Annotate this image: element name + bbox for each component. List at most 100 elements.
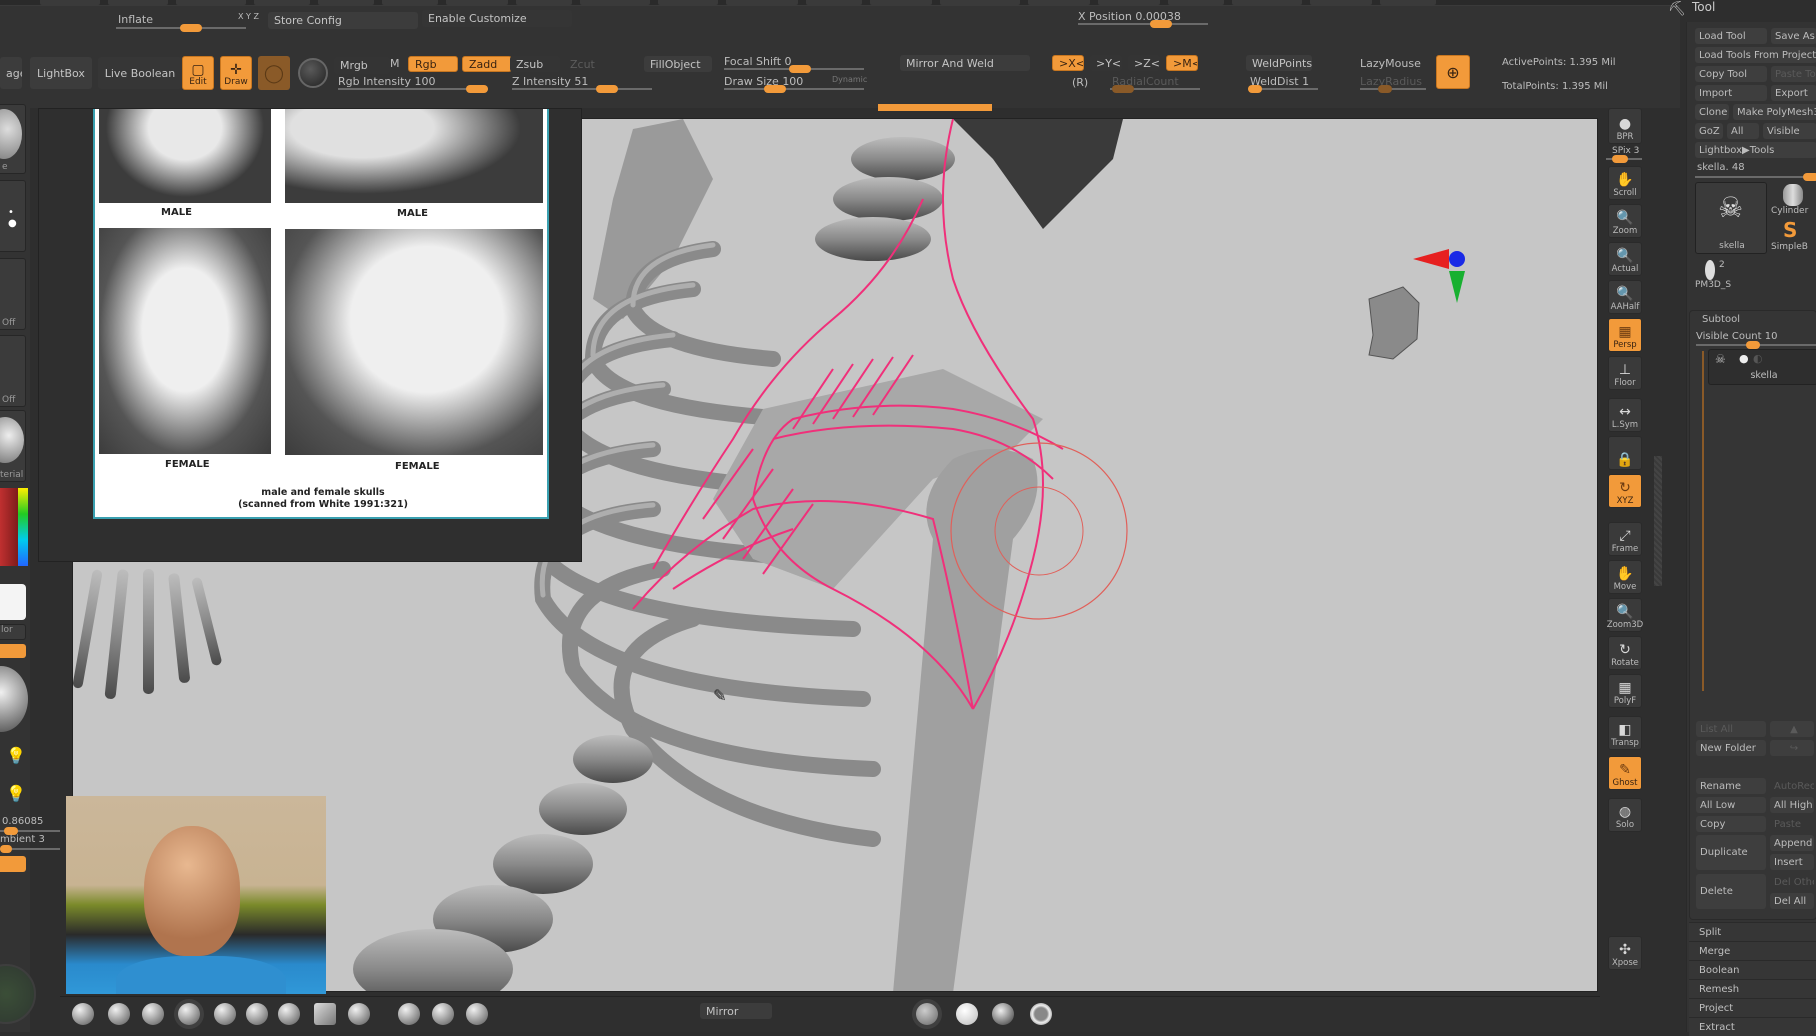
- alpha-thumbnail[interactable]: Off: [0, 258, 26, 330]
- load-tool-button[interactable]: Load Tool: [1695, 28, 1767, 44]
- material-icon[interactable]: [916, 1003, 938, 1025]
- tool-panel-title[interactable]: Tool: [1692, 0, 1715, 14]
- weld-points-button[interactable]: WeldPoints: [1246, 55, 1312, 71]
- material-icon[interactable]: [956, 1003, 978, 1025]
- visible-count-slider[interactable]: [1696, 341, 1816, 349]
- menu-item[interactable]: [1232, 0, 1302, 5]
- light-bulb-icon[interactable]: 💡: [6, 746, 26, 765]
- paste-tool-button[interactable]: Paste Tool: [1771, 66, 1816, 82]
- goz-all-button[interactable]: All: [1727, 123, 1759, 139]
- brush-icon[interactable]: [246, 1003, 268, 1025]
- dynamic-brush-size-button[interactable]: ⊕: [1436, 55, 1470, 89]
- symmetry-y-button[interactable]: >Y<: [1090, 55, 1122, 71]
- view-button-solo[interactable]: ◍ Solo: [1608, 798, 1642, 832]
- view-button-transp[interactable]: ◧ Transp: [1608, 716, 1642, 750]
- brush-icon[interactable]: [142, 1003, 164, 1025]
- subpalette-remesh[interactable]: Remesh: [1689, 979, 1816, 998]
- mirror-button[interactable]: Mirror: [700, 1003, 772, 1019]
- visibility-toggle-icon[interactable]: ●: [1739, 352, 1749, 365]
- view-button-rotate[interactable]: ↻ Rotate: [1608, 636, 1642, 670]
- rename-button[interactable]: Rename: [1696, 778, 1766, 794]
- switch-color-button[interactable]: lor: [0, 624, 26, 640]
- new-folder-button[interactable]: New Folder: [1696, 740, 1766, 756]
- lightbox-tools-button[interactable]: Lightbox▶Tools: [1695, 142, 1816, 158]
- menu-item[interactable]: [658, 0, 718, 5]
- menu-item[interactable]: [870, 0, 932, 5]
- lightbox-button[interactable]: LightBox: [30, 57, 92, 89]
- view-button-actual[interactable]: 🔍 Actual: [1608, 242, 1642, 276]
- x-position-slider[interactable]: [1078, 20, 1208, 28]
- delete-button[interactable]: Delete: [1696, 874, 1766, 909]
- polypaint-toggle-icon[interactable]: ◐: [1753, 352, 1763, 365]
- duplicate-button[interactable]: Duplicate: [1696, 835, 1766, 870]
- rgb-button[interactable]: Rgb: [408, 56, 458, 72]
- menu-item[interactable]: [1028, 0, 1090, 5]
- draw-button[interactable]: ✛ Draw: [220, 56, 252, 90]
- view-button-xyz[interactable]: ↻ XYZ: [1608, 474, 1642, 508]
- symmetry-z-button[interactable]: >Z<: [1128, 55, 1160, 71]
- light-bulb-icon[interactable]: 💡: [6, 784, 26, 803]
- del-other-button[interactable]: Del Other: [1770, 874, 1814, 890]
- subpalette-boolean[interactable]: Boolean: [1689, 960, 1816, 979]
- material-icon[interactable]: [992, 1003, 1014, 1025]
- image-button[interactable]: age: [0, 57, 22, 89]
- radial-r-button[interactable]: (R): [1072, 76, 1088, 89]
- move-up-button[interactable]: ▲: [1770, 721, 1814, 737]
- brush-icon[interactable]: [432, 1003, 454, 1025]
- main-menu-bar[interactable]: [0, 0, 1680, 6]
- view-button-xpose[interactable]: ✣ Xpose: [1608, 936, 1642, 970]
- ambient-slider[interactable]: [0, 845, 60, 853]
- menu-item[interactable]: [940, 0, 1020, 5]
- dynamic-toggle[interactable]: Dynamic: [832, 75, 867, 84]
- brush-icon[interactable]: [108, 1003, 130, 1025]
- material-thumbnail[interactable]: terial: [0, 410, 26, 482]
- enable-customize-button[interactable]: Enable Customize: [422, 10, 572, 27]
- symmetry-x-button[interactable]: >X<: [1052, 55, 1084, 71]
- view-button-bpr[interactable]: ● BPR: [1608, 108, 1642, 144]
- make-polymesh-button[interactable]: Make PolyMesh3D: [1733, 104, 1816, 120]
- store-config-button[interactable]: Store Config: [268, 12, 418, 29]
- brush-icon[interactable]: [466, 1003, 488, 1025]
- light-intensity-slider[interactable]: [0, 827, 60, 835]
- zadd-button[interactable]: Zadd: [462, 56, 512, 72]
- paste-subtool-button[interactable]: Paste: [1770, 816, 1814, 832]
- brush-icon[interactable]: [214, 1003, 236, 1025]
- menu-item[interactable]: [40, 0, 100, 5]
- export-button[interactable]: Export: [1771, 85, 1816, 101]
- load-tools-from-project-button[interactable]: Load Tools From Project: [1695, 47, 1816, 63]
- subtool-title[interactable]: Subtool: [1702, 314, 1740, 325]
- move-mode-button[interactable]: ◯: [258, 56, 290, 90]
- view-button-move[interactable]: ✋ Move: [1608, 560, 1642, 594]
- lazy-radius-slider[interactable]: [1360, 85, 1426, 93]
- main-color-swatch[interactable]: [0, 584, 26, 620]
- stroke-thumbnail[interactable]: • ●: [0, 180, 26, 252]
- insert-button[interactable]: Insert: [1770, 854, 1814, 870]
- menu-item[interactable]: [806, 0, 862, 5]
- rgb-intensity-slider[interactable]: [338, 85, 488, 93]
- gradient-toggle[interactable]: [0, 644, 26, 658]
- view-button-camera-lock[interactable]: 🔒: [1608, 436, 1642, 470]
- m-button[interactable]: M: [390, 57, 400, 70]
- menu-item[interactable]: [318, 0, 374, 5]
- edit-button[interactable]: ▢ Edit: [182, 56, 214, 90]
- view-button-aahalf[interactable]: 🔍 AAHalf: [1608, 280, 1642, 314]
- texture-thumbnail[interactable]: Off: [0, 335, 26, 407]
- color-picker[interactable]: [0, 488, 28, 566]
- reference-image-panel[interactable]: MALE MALE FEMALE FEMALE male and female …: [38, 108, 582, 562]
- view-button-frame[interactable]: ⤢ Frame: [1608, 522, 1642, 556]
- del-all-button[interactable]: Del All: [1770, 893, 1814, 909]
- tool-thumb-skella[interactable]: ☠ skella: [1695, 182, 1767, 254]
- menu-item[interactable]: [382, 0, 438, 5]
- brush-icon[interactable]: [278, 1003, 300, 1025]
- subtool-item-skella[interactable]: ☠ ● ◐ skella: [1708, 349, 1816, 385]
- mrgb-button[interactable]: Mrgb: [334, 57, 390, 74]
- list-all-button[interactable]: List All: [1696, 721, 1766, 737]
- spix-slider[interactable]: [1606, 155, 1642, 163]
- move-down-button[interactable]: ↪: [1770, 740, 1814, 756]
- view-button-floor[interactable]: ⊥ Floor: [1608, 356, 1642, 390]
- zcut-button[interactable]: Zcut: [564, 56, 604, 72]
- hue-strip[interactable]: [18, 488, 28, 566]
- inflate-slider[interactable]: [116, 24, 246, 32]
- goz-visible-button[interactable]: Visible: [1763, 123, 1816, 139]
- clone-button[interactable]: Clone: [1695, 104, 1729, 120]
